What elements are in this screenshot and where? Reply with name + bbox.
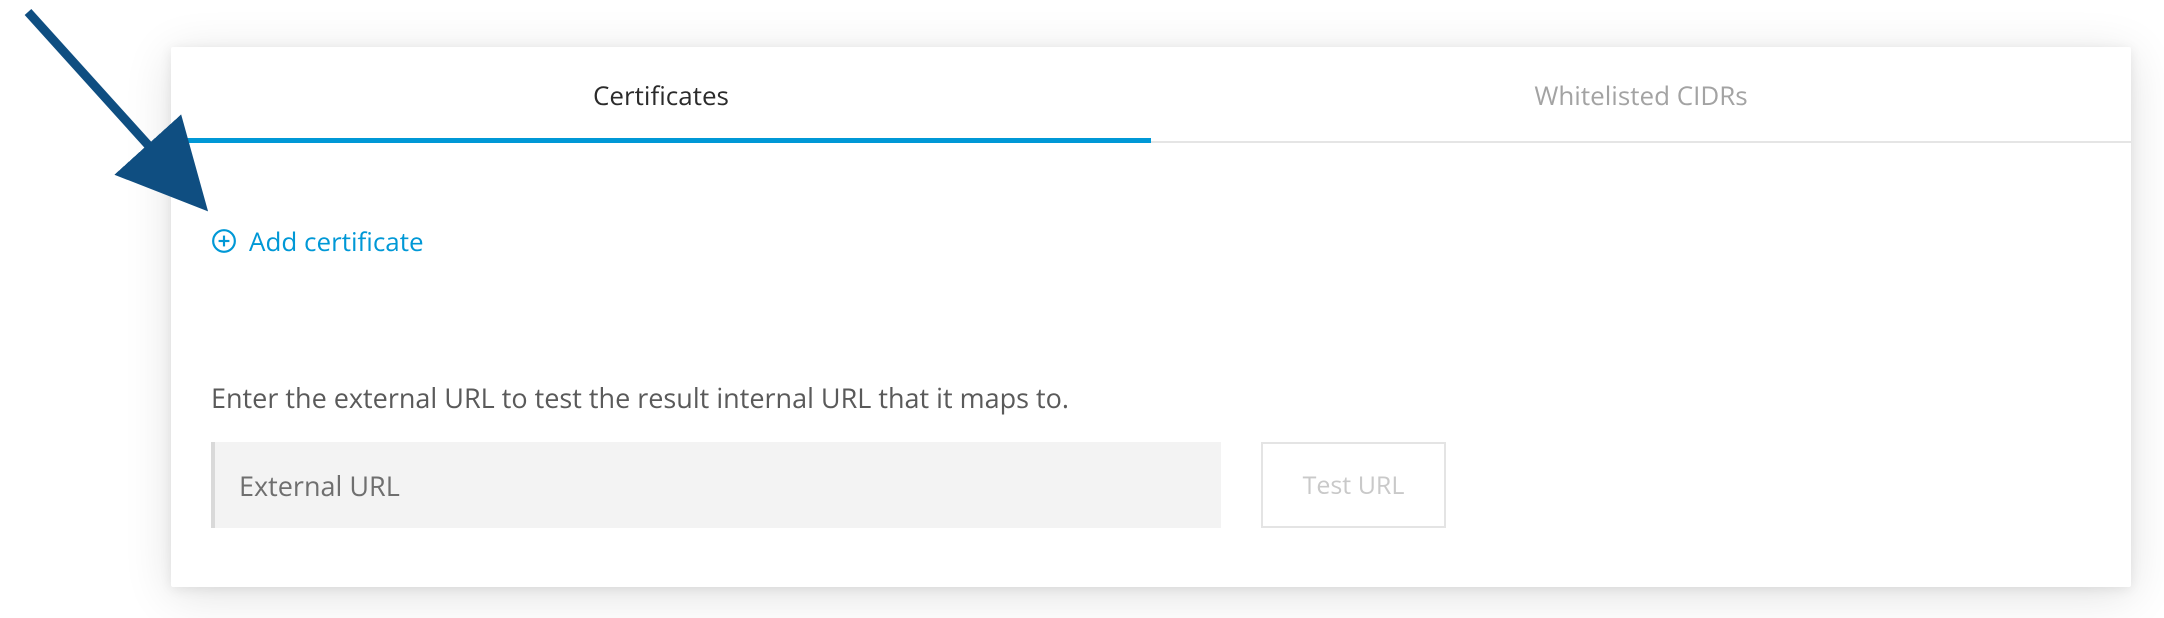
url-test-row: Test URL bbox=[211, 442, 2091, 528]
settings-card: Certificates Whitelisted CIDRs Add certi… bbox=[171, 47, 2131, 587]
test-url-button[interactable]: Test URL bbox=[1261, 442, 1446, 528]
url-test-instruction: Enter the external URL to test the resul… bbox=[211, 379, 2091, 416]
external-url-input[interactable] bbox=[211, 442, 1221, 528]
tab-bar: Certificates Whitelisted CIDRs bbox=[171, 47, 2131, 143]
tab-certificates[interactable]: Certificates bbox=[171, 47, 1151, 141]
plus-circle-icon bbox=[211, 228, 237, 254]
add-certificate-button[interactable]: Add certificate bbox=[211, 223, 424, 259]
tab-content: Add certificate Enter the external URL t… bbox=[171, 143, 2131, 528]
tab-whitelisted-cidrs[interactable]: Whitelisted CIDRs bbox=[1151, 47, 2131, 141]
add-certificate-label: Add certificate bbox=[249, 223, 424, 259]
